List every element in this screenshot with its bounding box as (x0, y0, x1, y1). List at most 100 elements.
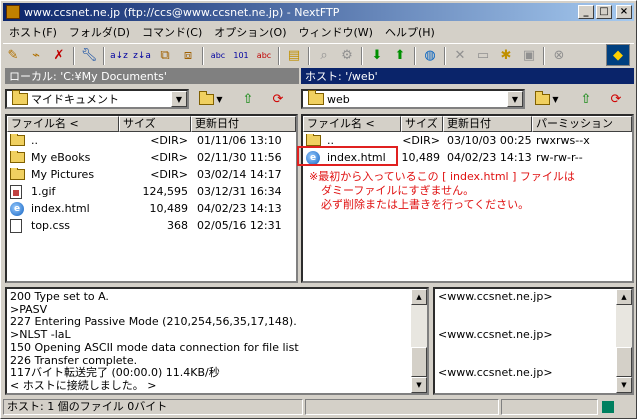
menu-host[interactable]: ホスト(F) (3, 24, 63, 40)
log-panel[interactable]: 200 Type set to A. >PASV 227 Entering Pass… (5, 287, 429, 395)
folder-icon (308, 90, 324, 105)
chevron-down-icon[interactable]: ▼ (507, 91, 523, 107)
host-log-panel[interactable]: <www.ccsnet.ne.jp> <www.ccsnet.ne.jp> <www… (433, 287, 634, 395)
file-name: My Pictures (31, 168, 95, 181)
table-row[interactable]: top.css 368 02/05/16 12:31 (7, 217, 296, 234)
status-panel-2 (305, 399, 499, 415)
table-row[interactable]: My eBooks <DIR> 02/11/30 11:56 (7, 149, 296, 166)
scroll-down-icon[interactable]: ▼ (411, 377, 427, 393)
reconnect-icon[interactable]: ⌁ (26, 46, 46, 66)
notice-line-3: 必ず削除または上書きを行ってください。 (321, 198, 530, 211)
view-icon[interactable]: ⧉ (155, 46, 175, 66)
auto-mode-icon[interactable]: abc (254, 46, 274, 66)
folder-icon (535, 90, 551, 105)
table-row[interactable]: My Pictures <DIR> 03/02/14 14:17 (7, 166, 296, 183)
chevron-down-icon[interactable]: ▼ (171, 91, 187, 107)
column-size[interactable]: サイズ (401, 116, 443, 132)
status-text: ホスト: 1 個のファイル 0バイト (3, 399, 303, 415)
menu-window[interactable]: ウィンドウ(W) (293, 24, 379, 40)
folder-icon (10, 151, 25, 163)
column-size[interactable]: サイズ (119, 116, 191, 132)
maximize-button[interactable]: □ (596, 5, 612, 19)
table-row[interactable]: 1.gif 124,595 03/12/31 16:34 (7, 183, 296, 200)
close-button[interactable]: × (616, 5, 632, 19)
host-path-combo[interactable]: web ▼ (301, 89, 525, 109)
new-file-icon[interactable]: ✱ (496, 46, 516, 66)
host-log-line (438, 380, 629, 393)
app-icon (6, 5, 20, 19)
file-size: 368 (167, 219, 188, 232)
file-permission: rwxrws--x (536, 134, 590, 147)
column-permission[interactable]: パーミッション (532, 116, 632, 132)
sort-ext-icon[interactable]: z↓a (132, 46, 152, 66)
stop-icon: ⊗ (553, 48, 565, 63)
file-date: 04/02/23 14:13 (197, 202, 282, 215)
menu-help[interactable]: ヘルプ(H) (379, 24, 441, 40)
title-bar[interactable]: www.ccsnet.ne.jp (ftp://ccs@www.ccsnet.n… (3, 3, 634, 21)
upload-icon[interactable]: ⬆ (390, 46, 410, 66)
menu-option[interactable]: オプション(O) (208, 24, 292, 40)
properties-icon: ⚙ (341, 48, 353, 63)
host-refresh-button[interactable]: ⟳ (605, 89, 627, 109)
gif-file-icon (10, 184, 22, 199)
file-name: top.css (31, 219, 71, 232)
file-size: <DIR> (402, 134, 440, 147)
log-scrollbar[interactable]: ▲ ▼ (411, 289, 427, 393)
save-icon: ▣ (522, 48, 536, 63)
host-path-text: web (327, 92, 350, 106)
web-icon[interactable]: ◍ (420, 46, 440, 66)
local-file-list[interactable]: ファイル名 < サイズ 更新日付 .. <DIR> 01/11/06 13:10 My… (5, 114, 298, 283)
parent-folder-icon (10, 134, 25, 146)
log-line: 227 Entering Passive Mode (210,254,56,35… (10, 315, 297, 329)
host-up-folder-button[interactable]: ⇧ (575, 89, 597, 109)
notice-line-1: ※最初から入っているこの [ index.html ] ファイルは (309, 170, 575, 183)
local-folder-menu-button[interactable]: ▼ (195, 89, 227, 109)
binary-mode-icon[interactable]: 101 (231, 46, 251, 66)
file-date: 03/12/31 16:34 (197, 185, 282, 198)
up-folder-icon: ⇧ (242, 91, 254, 107)
host-log-line: <www.ccsnet.ne.jp> (438, 366, 553, 380)
scroll-thumb[interactable] (616, 347, 632, 377)
download-icon[interactable]: ⬇ (367, 46, 387, 66)
folder-icon (12, 90, 28, 105)
disconnect-icon[interactable]: ✗ (49, 46, 69, 66)
menu-command[interactable]: コマンド(C) (136, 24, 208, 40)
host-pane-header: ホスト: '/web' (301, 68, 634, 84)
minimize-button[interactable]: _ (578, 5, 594, 19)
status-bar: ホスト: 1 個のファイル 0バイト (3, 398, 634, 416)
html-file-icon: e (10, 201, 24, 216)
column-name[interactable]: ファイル名 < (7, 116, 119, 132)
host-list-header: ファイル名 < サイズ 更新日付 パーミッション (303, 116, 632, 132)
refresh-icon: ⟳ (272, 91, 284, 107)
file-size: <DIR> (150, 151, 188, 164)
column-name[interactable]: ファイル名 < (303, 116, 401, 132)
local-path-combo[interactable]: マイドキュメント ▼ (5, 89, 189, 109)
ascii-mode-icon[interactable]: abc (208, 46, 228, 66)
settings-icon[interactable]: 🔧︎ (79, 46, 99, 66)
scroll-down-icon[interactable]: ▼ (616, 377, 632, 393)
scroll-up-icon[interactable]: ▲ (616, 289, 632, 305)
find-icon: ⌕ (320, 48, 328, 63)
host-folder-menu-button[interactable]: ▼ (531, 89, 563, 109)
notice-line-2: ダミーファイルにすぎません。 (321, 184, 475, 197)
local-refresh-button[interactable]: ⟳ (267, 89, 289, 109)
menu-folder[interactable]: フォルダ(D) (63, 24, 136, 40)
sort-name-icon[interactable]: a↓z (109, 46, 129, 66)
log-line: 200 Type set to A. (10, 290, 109, 303)
local-up-folder-button[interactable]: ⇧ (237, 89, 259, 109)
nextftp-logo-icon: ◆ (606, 44, 630, 66)
table-row[interactable]: .. <DIR> 01/11/06 13:10 (7, 132, 296, 149)
table-row[interactable]: e index.html 10,489 04/02/23 14:13 (7, 200, 296, 217)
host-log-scrollbar[interactable]: ▲ ▼ (616, 289, 632, 393)
connect-icon[interactable]: ✎ (3, 46, 23, 66)
column-date[interactable]: 更新日付 (191, 116, 296, 132)
scroll-up-icon[interactable]: ▲ (411, 289, 427, 305)
file-date: 01/11/06 13:10 (197, 134, 282, 147)
file-size: <DIR> (150, 134, 188, 147)
folder-view-icon[interactable]: ▤ (284, 46, 304, 66)
file-date: 03/10/03 00:25 (447, 134, 532, 147)
column-date[interactable]: 更新日付 (443, 116, 532, 132)
host-log-line (438, 304, 629, 317)
scroll-thumb[interactable] (411, 347, 427, 377)
sync-icon[interactable]: ⧈ (178, 46, 198, 66)
